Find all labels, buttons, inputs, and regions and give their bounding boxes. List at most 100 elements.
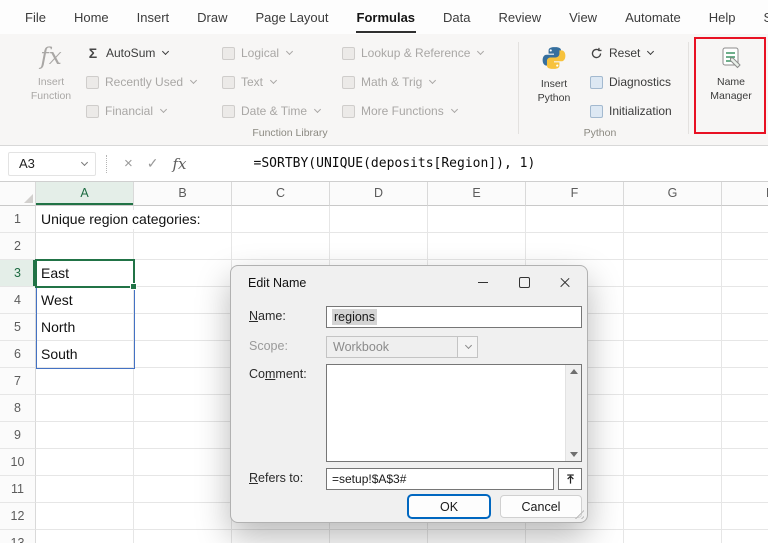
cell-B5[interactable] — [134, 314, 232, 341]
tab-review[interactable]: Review — [498, 1, 543, 33]
scroll-down-icon[interactable] — [570, 452, 578, 457]
cell-A7[interactable] — [36, 368, 134, 395]
name-box[interactable]: A3 — [8, 152, 96, 176]
cell-F1[interactable] — [526, 206, 624, 233]
cell-A1[interactable]: Unique region categories: — [36, 206, 134, 233]
cell-A8[interactable] — [36, 395, 134, 422]
cell-H5[interactable] — [722, 314, 768, 341]
cell-H7[interactable] — [722, 368, 768, 395]
name-input[interactable]: regions — [326, 306, 582, 328]
tab-view[interactable]: View — [568, 1, 598, 33]
tab-script[interactable]: Scri — [762, 1, 768, 33]
cell-G9[interactable] — [624, 422, 722, 449]
cell-H4[interactable] — [722, 287, 768, 314]
cell-H6[interactable] — [722, 341, 768, 368]
cell-B4[interactable] — [134, 287, 232, 314]
row-header-3[interactable]: 3 — [0, 260, 36, 287]
cell-E1[interactable] — [428, 206, 526, 233]
ok-button[interactable]: OK — [408, 495, 490, 518]
cell-A6[interactable]: South — [36, 341, 134, 368]
column-header-C[interactable]: C — [232, 182, 330, 206]
cell-G13[interactable] — [624, 530, 722, 543]
row-header-7[interactable]: 7 — [0, 368, 36, 395]
column-header-E[interactable]: E — [428, 182, 526, 206]
tab-help[interactable]: Help — [708, 1, 737, 33]
tab-draw[interactable]: Draw — [196, 1, 228, 33]
cell-B7[interactable] — [134, 368, 232, 395]
tab-automate[interactable]: Automate — [624, 1, 682, 33]
diagnostics-button[interactable]: Diagnostics — [590, 71, 672, 93]
cell-E2[interactable] — [428, 233, 526, 260]
cell-G1[interactable] — [624, 206, 722, 233]
tab-home[interactable]: Home — [73, 1, 110, 33]
cell-C1[interactable] — [232, 206, 330, 233]
row-header-12[interactable]: 12 — [0, 503, 36, 530]
cell-H13[interactable] — [722, 530, 768, 543]
cell-E13[interactable] — [428, 530, 526, 543]
column-header-B[interactable]: B — [134, 182, 232, 206]
column-header-F[interactable]: F — [526, 182, 624, 206]
tab-insert[interactable]: Insert — [136, 1, 171, 33]
cell-A9[interactable] — [36, 422, 134, 449]
cell-H11[interactable] — [722, 476, 768, 503]
select-all-corner[interactable] — [0, 182, 36, 206]
insert-function-fx-button[interactable]: fx — [173, 155, 187, 173]
cell-G5[interactable] — [624, 314, 722, 341]
cell-D13[interactable] — [330, 530, 428, 543]
tab-page-layout[interactable]: Page Layout — [255, 1, 330, 33]
cancel-button[interactable]: Cancel — [500, 495, 582, 518]
cell-B12[interactable] — [134, 503, 232, 530]
comment-textarea[interactable] — [326, 364, 582, 462]
cell-B8[interactable] — [134, 395, 232, 422]
cell-H3[interactable] — [722, 260, 768, 287]
cell-A5[interactable]: North — [36, 314, 134, 341]
column-header-A[interactable]: A — [36, 182, 134, 206]
row-header-10[interactable]: 10 — [0, 449, 36, 476]
cell-G3[interactable] — [624, 260, 722, 287]
cell-C13[interactable] — [232, 530, 330, 543]
row-header-1[interactable]: 1 — [0, 206, 36, 233]
name-manager-button[interactable]: Name Manager — [698, 45, 764, 103]
row-header-5[interactable]: 5 — [0, 314, 36, 341]
refers-to-input[interactable]: =setup!$A$3# — [326, 468, 554, 490]
cell-B11[interactable] — [134, 476, 232, 503]
cell-A2[interactable] — [36, 233, 134, 260]
cell-G8[interactable] — [624, 395, 722, 422]
scroll-up-icon[interactable] — [570, 369, 578, 374]
column-header-H[interactable]: H — [722, 182, 768, 206]
comment-scrollbar[interactable] — [565, 365, 581, 461]
cell-H9[interactable] — [722, 422, 768, 449]
cell-H8[interactable] — [722, 395, 768, 422]
tab-file[interactable]: File — [24, 1, 47, 33]
cell-A11[interactable] — [36, 476, 134, 503]
minimize-icon[interactable] — [477, 276, 489, 288]
initialization-button[interactable]: Initialization — [590, 100, 672, 122]
cell-H1[interactable] — [722, 206, 768, 233]
tab-data[interactable]: Data — [442, 1, 471, 33]
cell-A10[interactable] — [36, 449, 134, 476]
cell-B10[interactable] — [134, 449, 232, 476]
row-header-2[interactable]: 2 — [0, 233, 36, 260]
cell-G12[interactable] — [624, 503, 722, 530]
maximize-icon[interactable] — [518, 276, 530, 288]
range-picker-button[interactable] — [558, 468, 582, 490]
column-header-G[interactable]: G — [624, 182, 722, 206]
row-header-4[interactable]: 4 — [0, 287, 36, 314]
cell-G2[interactable] — [624, 233, 722, 260]
cell-A3[interactable]: East — [36, 260, 134, 287]
close-icon[interactable] — [559, 276, 571, 288]
row-header-13[interactable]: 13 — [0, 530, 36, 543]
cell-A13[interactable] — [36, 530, 134, 543]
cell-H10[interactable] — [722, 449, 768, 476]
cell-A4[interactable]: West — [36, 287, 134, 314]
cell-D2[interactable] — [330, 233, 428, 260]
cell-F2[interactable] — [526, 233, 624, 260]
reset-button[interactable]: Reset — [590, 42, 672, 64]
tab-formulas[interactable]: Formulas — [356, 1, 417, 33]
cell-F13[interactable] — [526, 530, 624, 543]
cell-G10[interactable] — [624, 449, 722, 476]
row-header-8[interactable]: 8 — [0, 395, 36, 422]
insert-python-button[interactable]: Insert Python — [530, 45, 578, 105]
row-header-11[interactable]: 11 — [0, 476, 36, 503]
cell-D1[interactable] — [330, 206, 428, 233]
